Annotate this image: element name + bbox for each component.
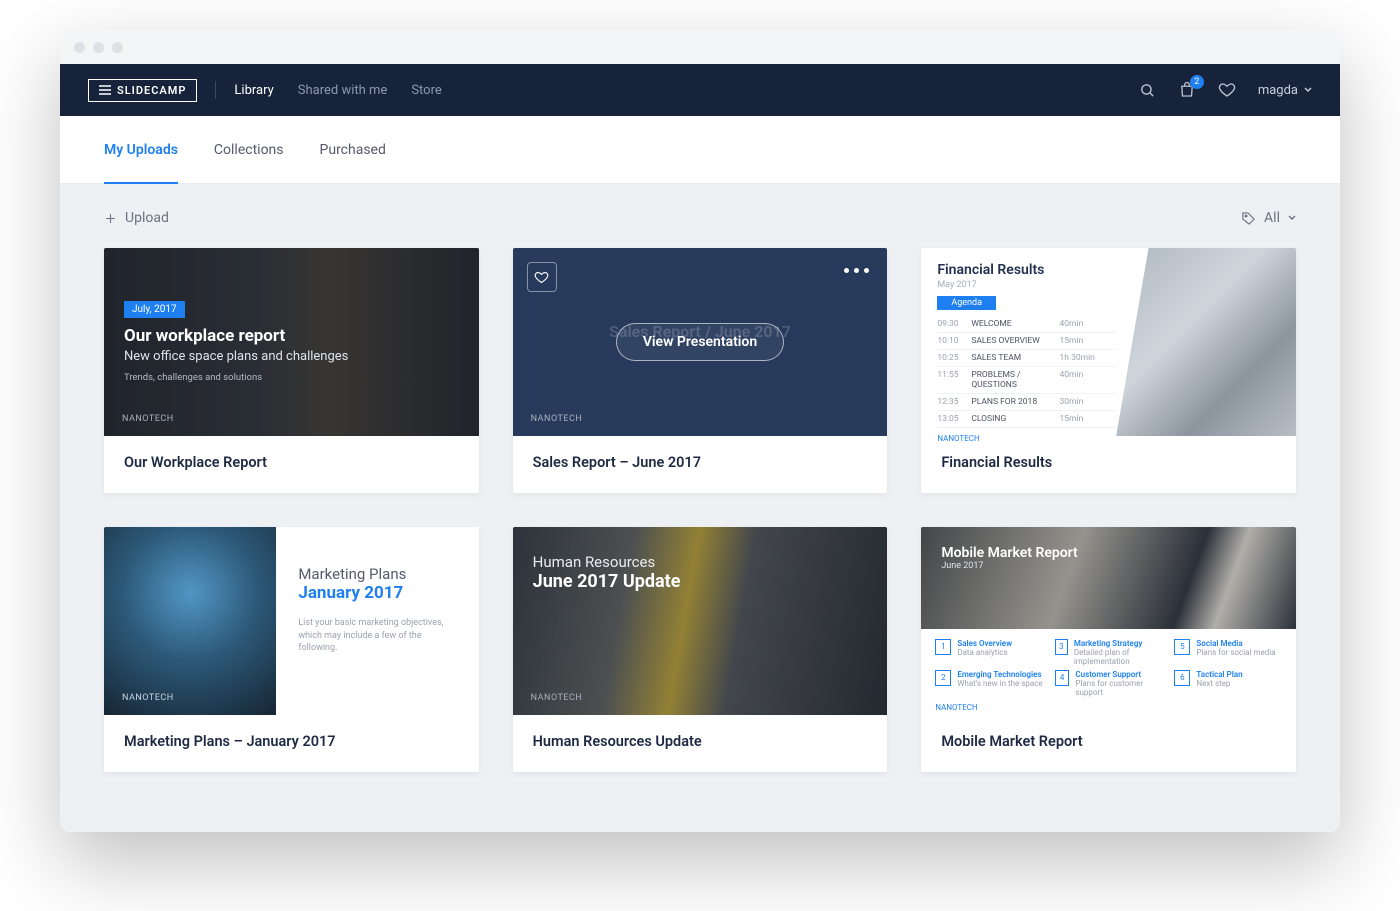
- cards-grid: July, 2017 Our workplace report New offi…: [104, 248, 1296, 772]
- card-financial-results[interactable]: Financial Results May 2017 Agenda 09:30W…: [921, 248, 1296, 493]
- card-title: Our Workplace Report: [104, 436, 479, 493]
- thumb-brand: NANOTECH: [531, 693, 583, 703]
- nav-link-store[interactable]: Store: [411, 83, 441, 98]
- thumb-headline: Our workplace report: [124, 326, 459, 346]
- card-title: Mobile Market Report: [921, 715, 1296, 772]
- upload-label: Upload: [125, 210, 169, 226]
- thumb-subline: New office space plans and challenges: [124, 348, 459, 366]
- tag-icon: [1241, 211, 1256, 226]
- hamburger-icon: [99, 85, 111, 95]
- thumb-image: NANOTECH: [104, 527, 276, 715]
- chevron-down-icon: [1288, 215, 1296, 221]
- thumb-brand: NANOTECH: [531, 414, 583, 424]
- card-mobile-market[interactable]: Mobile Market Report June 2017 1Sales Ov…: [921, 527, 1296, 772]
- thumb-line2: June 2017 Update: [533, 571, 868, 592]
- date-badge: July, 2017: [124, 301, 185, 318]
- filter-dropdown[interactable]: All: [1241, 210, 1296, 226]
- chevron-down-icon: [1304, 87, 1312, 93]
- sub-tabs: My Uploads Collections Purchased: [60, 116, 1340, 184]
- filter-label: All: [1264, 210, 1280, 226]
- card-thumbnail: July, 2017 Our workplace report New offi…: [104, 248, 479, 436]
- tab-my-uploads[interactable]: My Uploads: [104, 116, 178, 183]
- top-nav: SLIDECAMP Library Shared with me Store 2…: [60, 64, 1340, 116]
- card-title: Marketing Plans – January 2017: [104, 715, 479, 772]
- agenda-badge: Agenda: [937, 296, 996, 310]
- tab-purchased[interactable]: Purchased: [320, 116, 386, 183]
- favorite-button[interactable]: [527, 262, 557, 292]
- thumb-image: [1116, 248, 1296, 436]
- card-thumbnail: Financial Results May 2017 Agenda 09:30W…: [921, 248, 1296, 436]
- thumb-desc: List your basic marketing objectives, wh…: [298, 617, 456, 655]
- heart-icon: [1218, 81, 1236, 99]
- cart-badge: 2: [1190, 75, 1204, 89]
- plus-icon: [104, 212, 117, 225]
- tab-collections[interactable]: Collections: [214, 116, 284, 183]
- favorites-button[interactable]: [1218, 81, 1236, 99]
- search-button[interactable]: [1139, 82, 1156, 99]
- thumb-line1: Human Resources: [533, 553, 868, 571]
- thumb-line2: June 2017: [941, 561, 1276, 571]
- cart-button[interactable]: 2: [1178, 81, 1196, 99]
- card-thumbnail: Sales Report / June 2017 View Presentati…: [513, 248, 888, 436]
- card-workplace-report[interactable]: July, 2017 Our workplace report New offi…: [104, 248, 479, 493]
- thumb-brand: NANOTECH: [937, 434, 1115, 443]
- thumb-tagline: Trends, challenges and solutions: [124, 372, 459, 383]
- nav-links: Library Shared with me Store: [234, 83, 441, 98]
- card-thumbnail: Mobile Market Report June 2017 1Sales Ov…: [921, 527, 1296, 715]
- card-title: Sales Report – June 2017: [513, 436, 888, 493]
- thumb-date: May 2017: [937, 280, 1115, 290]
- thumb-headline: Financial Results: [937, 262, 1115, 278]
- window-dot: [93, 42, 104, 53]
- more-menu[interactable]: [844, 268, 869, 273]
- thumb-image: Mobile Market Report June 2017: [921, 527, 1296, 629]
- card-title: Financial Results: [921, 436, 1296, 493]
- nav-link-shared[interactable]: Shared with me: [298, 83, 388, 98]
- card-sales-report[interactable]: Sales Report / June 2017 View Presentati…: [513, 248, 888, 493]
- thumb-line2: January 2017: [298, 583, 456, 603]
- nav-link-library[interactable]: Library: [234, 83, 273, 98]
- nav-divider: [215, 81, 216, 99]
- window-dot: [74, 42, 85, 53]
- heart-icon: [534, 270, 549, 285]
- browser-frame: SLIDECAMP Library Shared with me Store 2…: [60, 30, 1340, 832]
- thumb-list: 1Sales OverviewData analytics 3Marketing…: [921, 629, 1296, 715]
- search-icon: [1139, 82, 1156, 99]
- browser-chrome: [60, 30, 1340, 64]
- upload-button[interactable]: Upload: [104, 210, 169, 226]
- user-name: magda: [1258, 83, 1298, 98]
- card-thumbnail: NANOTECH Marketing Plans January 2017 Li…: [104, 527, 479, 715]
- thumb-line1: Mobile Market Report: [941, 545, 1276, 561]
- toolbar: Upload All: [104, 184, 1296, 248]
- user-menu[interactable]: magda: [1258, 83, 1312, 98]
- brand-logo[interactable]: SLIDECAMP: [88, 79, 197, 102]
- card-marketing-plans[interactable]: NANOTECH Marketing Plans January 2017 Li…: [104, 527, 479, 772]
- thumb-brand: NANOTECH: [122, 693, 174, 703]
- card-thumbnail: Human Resources June 2017 Update NANOTEC…: [513, 527, 888, 715]
- card-hr-update[interactable]: Human Resources June 2017 Update NANOTEC…: [513, 527, 888, 772]
- brand-text: SLIDECAMP: [117, 84, 186, 97]
- thumb-brand: NANOTECH: [935, 703, 1282, 712]
- card-title: Human Resources Update: [513, 715, 888, 772]
- window-dot: [112, 42, 123, 53]
- thumb-line1: Marketing Plans: [298, 565, 456, 583]
- thumb-ghost-title: Sales Report / June 2017: [609, 322, 791, 341]
- agenda-table: 09:30WELCOME40min 10:10SALES OVERVIEW15m…: [937, 316, 1115, 428]
- thumb-brand: NANOTECH: [122, 414, 174, 424]
